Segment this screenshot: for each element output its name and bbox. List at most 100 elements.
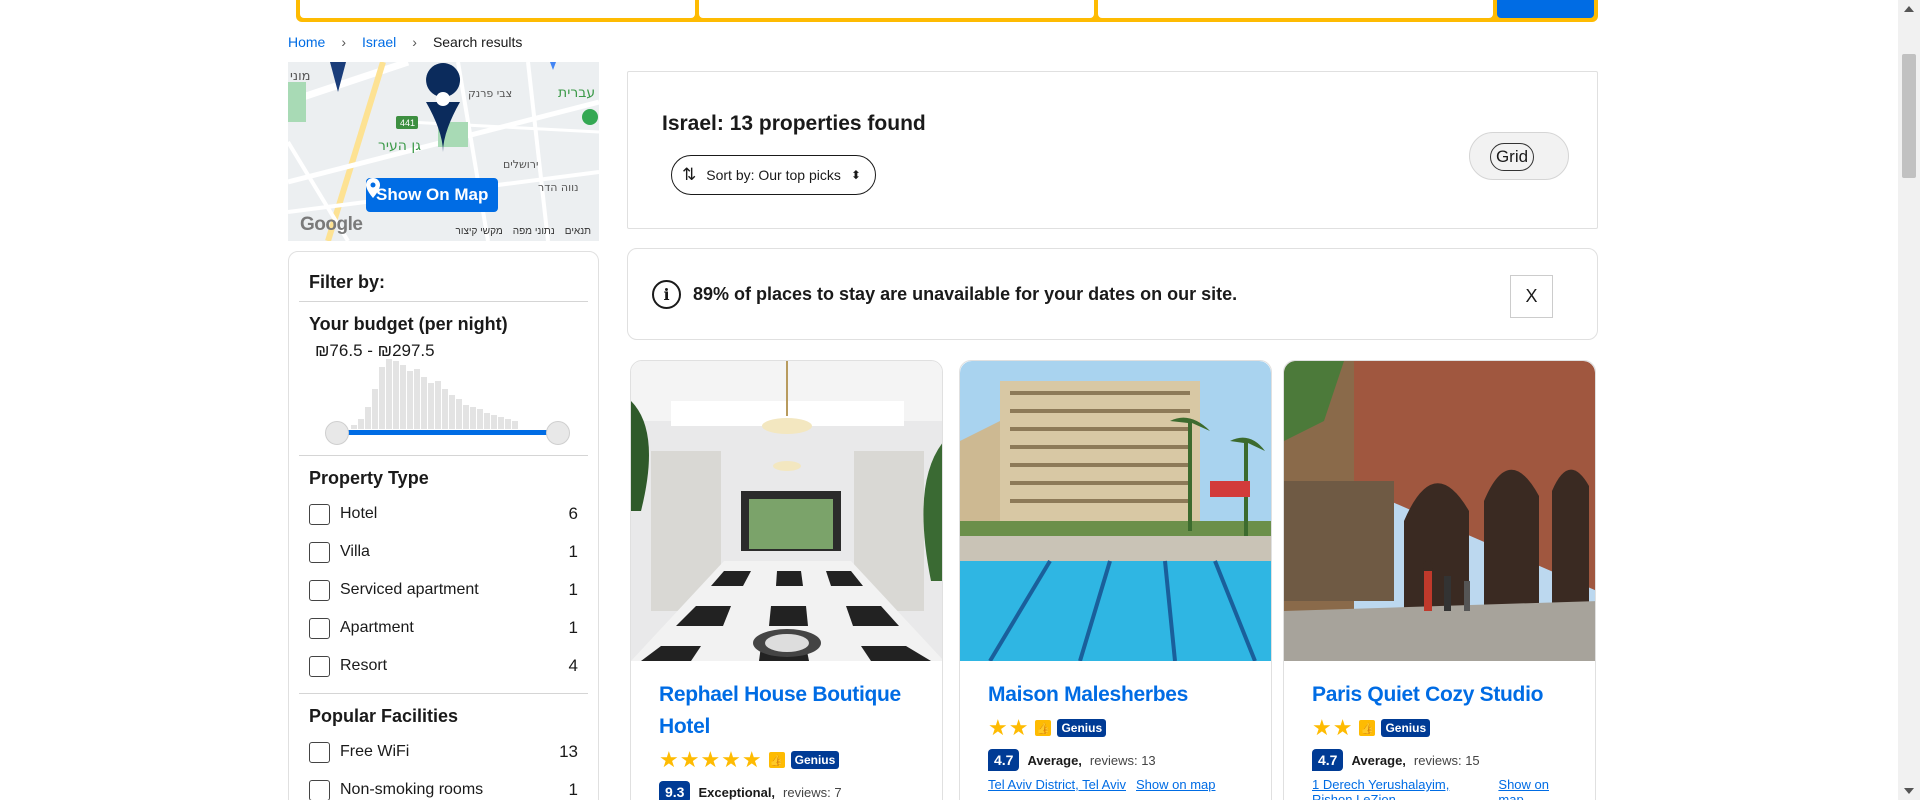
budget-heading: Your budget (per night) bbox=[309, 314, 508, 334]
location-row: Tel Aviv District, Tel Aviv Show on map bbox=[960, 771, 1271, 792]
filter-option-resort[interactable]: Resort 4 bbox=[309, 647, 578, 685]
histogram-bar bbox=[372, 389, 378, 429]
checkbox[interactable] bbox=[309, 503, 330, 525]
close-banner-button[interactable]: X bbox=[1510, 275, 1553, 318]
filter-option-count: 1 bbox=[568, 780, 578, 799]
filter-option-serviced-apartment[interactable]: Serviced apartment 1 bbox=[309, 571, 578, 609]
star-rating-icon: ★★ bbox=[1312, 715, 1354, 740]
property-name[interactable]: Maison Malesherbes bbox=[960, 661, 1271, 711]
histogram-bar bbox=[379, 367, 385, 429]
destination-field[interactable] bbox=[300, 0, 695, 18]
results-header: Israel: 13 properties found ⇅ Sort by: O… bbox=[627, 71, 1598, 229]
street-arches-image bbox=[1284, 361, 1595, 661]
histogram-bar bbox=[414, 369, 420, 429]
checkbox[interactable] bbox=[309, 617, 330, 639]
scroll-up-arrow-icon[interactable] bbox=[1904, 6, 1914, 12]
filter-option-label: Serviced apartment bbox=[340, 581, 479, 598]
property-card[interactable]: Rephael House Boutique Hotel ★★★★★ 👍 Gen… bbox=[630, 360, 943, 800]
map-preview[interactable]: 441 עברית צבי פרנק גן העיר ירושלים נווה … bbox=[288, 62, 599, 241]
checkbox[interactable] bbox=[309, 741, 330, 763]
histogram-bar bbox=[491, 415, 497, 429]
checkbox[interactable] bbox=[309, 779, 330, 800]
results-title: Israel: 13 properties found bbox=[662, 112, 926, 135]
filter-option-count: 1 bbox=[568, 618, 578, 637]
filter-option-label: Hotel bbox=[340, 505, 378, 522]
review-count: reviews: 15 bbox=[1413, 752, 1480, 768]
review-score-word: Exceptional, bbox=[698, 784, 776, 800]
map-footer-data[interactable]: נתוני מפה bbox=[513, 226, 555, 237]
property-name[interactable]: Paris Quiet Cozy Studio bbox=[1284, 661, 1595, 711]
review-score: 4.7 bbox=[988, 749, 1020, 771]
map-footer-shortcuts[interactable]: מקשי קיצור bbox=[456, 226, 503, 237]
histogram-bar bbox=[386, 359, 392, 429]
map-label-moni: מוני bbox=[290, 69, 310, 84]
review-score: 9.3 bbox=[659, 781, 691, 800]
genius-badge: Genius bbox=[1381, 719, 1431, 737]
location-link[interactable]: 1 Derech Yerushalayim, Rishon LeZion bbox=[1312, 777, 1488, 800]
location-link[interactable]: Tel Aviv District, Tel Aviv bbox=[988, 777, 1126, 792]
filter-option-non-smoking[interactable]: Non-smoking rooms 1 bbox=[309, 771, 578, 800]
histogram-bar bbox=[400, 365, 406, 429]
availability-banner: i 89% of places to stay are unavailable … bbox=[627, 248, 1598, 340]
map-footer-terms[interactable]: תנאים bbox=[565, 226, 591, 237]
histogram-bar bbox=[470, 407, 476, 429]
price-slider-max-handle[interactable] bbox=[546, 421, 570, 445]
filter-option-count: 13 bbox=[559, 742, 578, 761]
checkbox[interactable] bbox=[309, 655, 330, 677]
scrollbar-thumb[interactable] bbox=[1902, 54, 1916, 178]
sort-dropdown[interactable]: ⇅ Sort by: Our top picks ⬍ bbox=[671, 155, 876, 195]
guests-field[interactable] bbox=[1098, 0, 1493, 18]
show-on-map-link[interactable]: Show on map bbox=[1498, 777, 1567, 800]
show-on-map-link[interactable]: Show on map bbox=[1136, 777, 1216, 792]
scroll-down-arrow-icon[interactable] bbox=[1904, 788, 1914, 794]
property-photo[interactable] bbox=[1284, 361, 1595, 661]
breadcrumb-country-link[interactable]: Israel bbox=[362, 34, 396, 50]
checkbox[interactable] bbox=[309, 541, 330, 563]
review-count: reviews: 13 bbox=[1089, 752, 1156, 768]
rating-row: ★★ 👍 Genius bbox=[1284, 711, 1595, 741]
filter-option-count: 6 bbox=[568, 504, 578, 523]
availability-message: 89% of places to stay are unavailable fo… bbox=[693, 283, 1238, 304]
view-toggle[interactable]: Grid bbox=[1469, 132, 1569, 180]
property-name[interactable]: Rephael House Boutique Hotel bbox=[631, 661, 942, 743]
filter-option-apartment[interactable]: Apartment 1 bbox=[309, 609, 578, 647]
breadcrumb: Home › Israel › Search results bbox=[288, 34, 522, 50]
rating-row: ★★★★★ 👍 Genius bbox=[631, 743, 942, 773]
histogram-bar bbox=[435, 381, 441, 429]
page-scrollbar[interactable] bbox=[1898, 0, 1920, 800]
filter-option-hotel[interactable]: Hotel 6 bbox=[309, 495, 578, 533]
property-card[interactable]: Maison Malesherbes ★★ 👍 Genius 4.7 Avera… bbox=[959, 360, 1272, 800]
chevron-right-icon: › bbox=[341, 34, 347, 50]
histogram-bar bbox=[428, 383, 434, 429]
map-label-ivrit: עברית bbox=[558, 85, 595, 101]
histogram-bar bbox=[505, 419, 511, 429]
histogram-bar bbox=[449, 395, 455, 429]
property-photo[interactable] bbox=[960, 361, 1271, 661]
show-on-map-button[interactable]: Show On Map bbox=[366, 178, 499, 212]
facilities-section: Popular Facilities Free WiFi 13 Non-smok… bbox=[299, 694, 588, 800]
filter-option-label: Apartment bbox=[340, 619, 414, 636]
filter-option-label: Free WiFi bbox=[340, 743, 410, 760]
histogram-bar bbox=[442, 389, 448, 429]
budget-section: Your budget (per night) ₪76.5 - ₪297.5 bbox=[299, 302, 588, 456]
breadcrumb-home-link[interactable]: Home bbox=[288, 34, 325, 50]
review-score: 4.7 bbox=[1312, 749, 1344, 771]
filter-option-villa[interactable]: Villa 1 bbox=[309, 533, 578, 571]
property-card[interactable]: Paris Quiet Cozy Studio ★★ 👍 Genius 4.7 … bbox=[1283, 360, 1596, 800]
google-logo: Google bbox=[300, 214, 363, 235]
review-score-word: Average, bbox=[1351, 752, 1406, 768]
map-label-gan-hair: גן העיר bbox=[378, 138, 421, 154]
thumbs-up-icon: 👍 bbox=[1035, 720, 1052, 736]
filter-option-label: Villa bbox=[340, 543, 370, 560]
rating-row: ★★ 👍 Genius bbox=[960, 711, 1271, 741]
price-slider-min-handle[interactable] bbox=[325, 421, 349, 445]
filter-option-free-wifi[interactable]: Free WiFi 13 bbox=[309, 733, 578, 771]
price-slider-track[interactable] bbox=[337, 430, 558, 435]
checkbox[interactable] bbox=[309, 579, 330, 601]
facilities-heading: Popular Facilities bbox=[309, 706, 459, 726]
search-button[interactable] bbox=[1497, 0, 1594, 18]
budget-range: ₪76.5 - ₪297.5 bbox=[315, 341, 435, 360]
dates-field[interactable] bbox=[699, 0, 1094, 18]
histogram-bar bbox=[512, 421, 518, 429]
property-photo[interactable] bbox=[631, 361, 942, 661]
